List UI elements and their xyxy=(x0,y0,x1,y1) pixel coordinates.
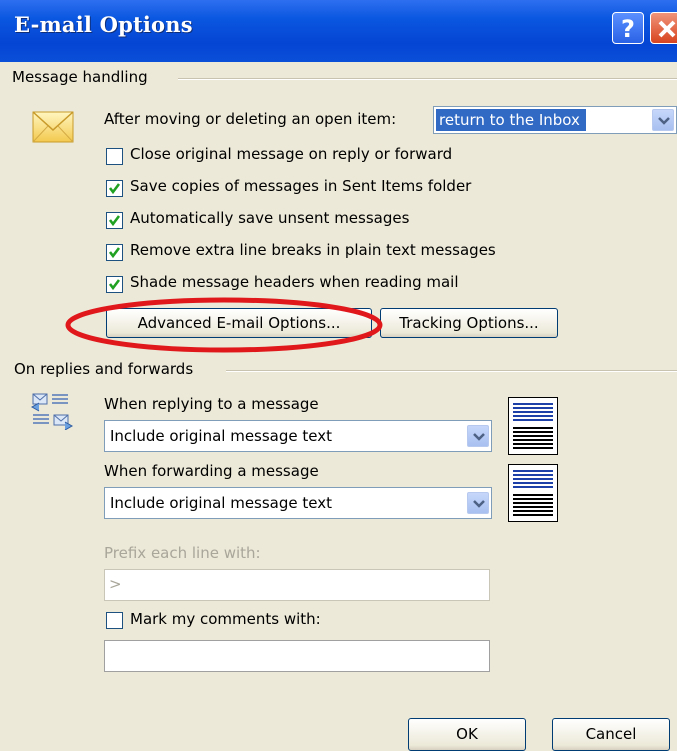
replies-group-label: On replies and forwards xyxy=(14,360,194,378)
reply-preview-icon xyxy=(508,397,558,455)
after-move-value: return to the Inbox xyxy=(436,109,586,131)
ok-button[interactable]: OK xyxy=(408,718,526,751)
prefix-label: Prefix each line with: xyxy=(104,544,261,562)
close-icon xyxy=(658,20,676,38)
option-checkbox-label: Save copies of messages in Sent Items fo… xyxy=(130,177,472,195)
forwarding-select[interactable]: Include original message text xyxy=(104,487,492,519)
replying-label: When replying to a message xyxy=(104,395,319,413)
chevron-down-icon[interactable] xyxy=(467,492,489,514)
mark-comments-input[interactable] xyxy=(104,640,490,672)
option-checkbox[interactable] xyxy=(106,244,123,261)
option-checkbox-label: Close original message on reply or forwa… xyxy=(130,145,453,163)
help-button[interactable]: ? xyxy=(612,12,644,44)
mark-comments-checkbox[interactable] xyxy=(106,612,123,629)
option-checkbox[interactable] xyxy=(106,212,123,229)
option-checkbox[interactable] xyxy=(106,148,123,165)
advanced-email-options-button[interactable]: Advanced E-mail Options... xyxy=(106,308,372,338)
close-button[interactable] xyxy=(650,12,677,44)
group-divider xyxy=(178,78,677,80)
forwarding-label: When forwarding a message xyxy=(104,462,319,480)
title-bar: E-mail Options ? xyxy=(0,0,677,62)
reply-forward-icon xyxy=(30,393,74,430)
after-move-select[interactable]: return to the Inbox xyxy=(433,106,677,134)
option-checkbox-label: Shade message headers when reading mail xyxy=(130,273,459,291)
replying-value: Include original message text xyxy=(110,427,332,445)
message-handling-label: Message handling xyxy=(12,68,148,86)
tracking-options-button[interactable]: Tracking Options... xyxy=(380,308,558,338)
mark-comments-label: Mark my comments with: xyxy=(130,610,321,628)
chevron-down-icon[interactable] xyxy=(467,425,489,447)
forwarding-value: Include original message text xyxy=(110,494,332,512)
dialog-title: E-mail Options xyxy=(14,12,193,37)
prefix-input[interactable]: > xyxy=(104,569,490,601)
option-checkbox[interactable] xyxy=(106,180,123,197)
prefix-value: > xyxy=(109,575,122,593)
group-divider xyxy=(226,370,677,372)
option-checkbox-label: Automatically save unsent messages xyxy=(130,209,410,227)
after-move-label: After moving or deleting an open item: xyxy=(104,110,397,128)
cancel-button[interactable]: Cancel xyxy=(552,718,670,751)
help-icon: ? xyxy=(621,15,635,43)
forward-preview-icon xyxy=(508,464,558,522)
option-checkbox-label: Remove extra line breaks in plain text m… xyxy=(130,241,496,259)
chevron-down-icon[interactable] xyxy=(652,109,674,131)
replying-select[interactable]: Include original message text xyxy=(104,420,492,452)
option-checkbox[interactable] xyxy=(106,276,123,293)
envelope-icon xyxy=(32,111,74,143)
